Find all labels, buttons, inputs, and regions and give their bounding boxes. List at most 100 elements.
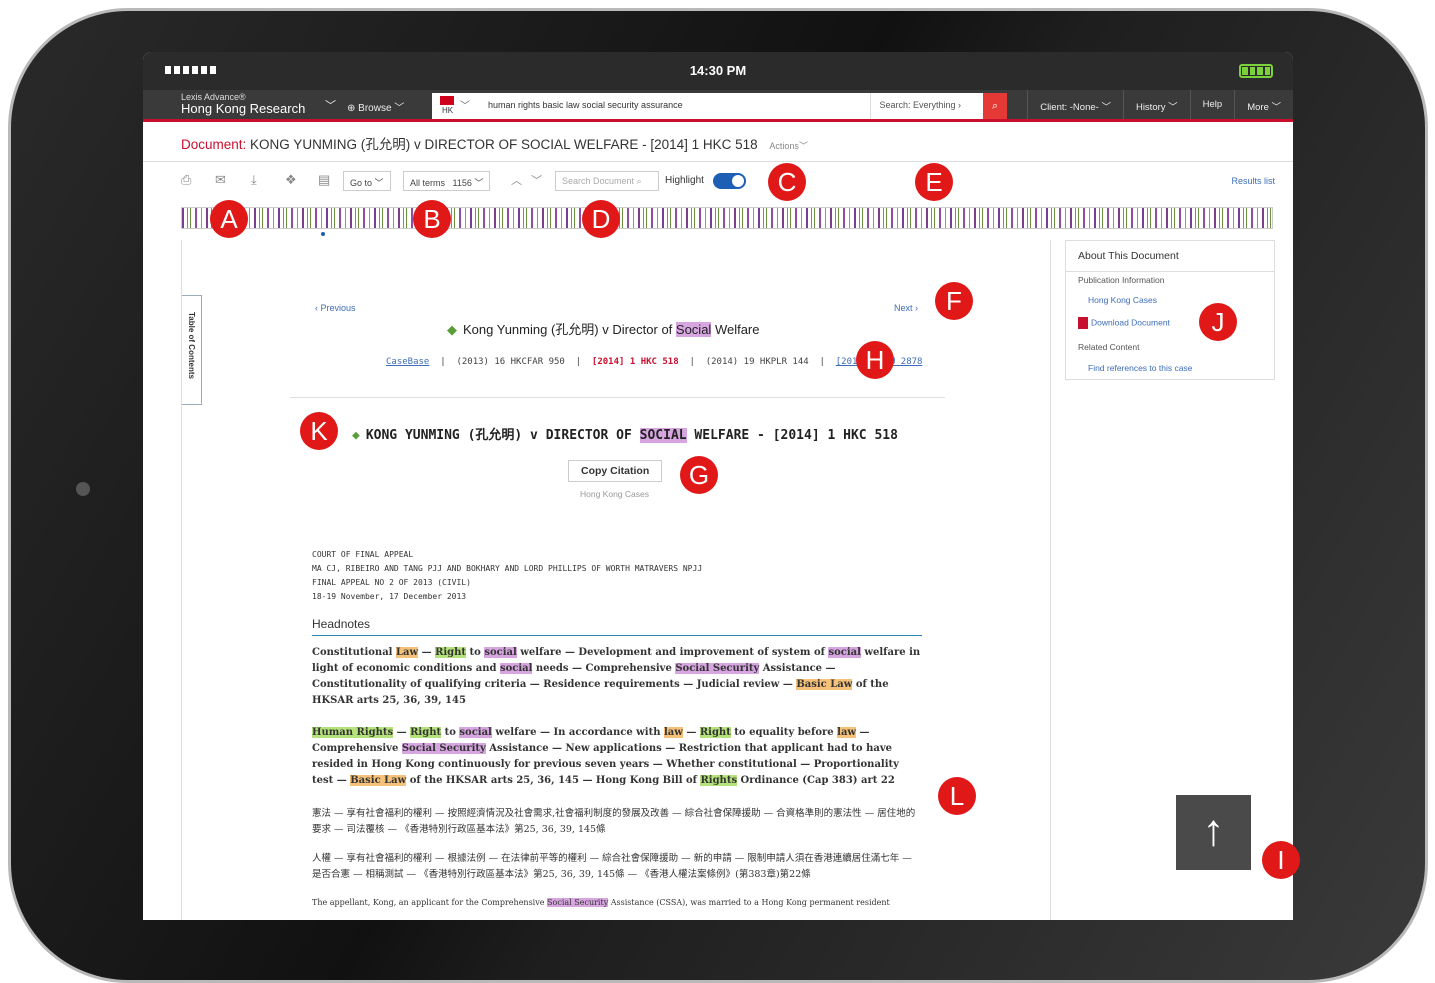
search-bar[interactable]: HK ﹀ human rights basic law social secur… bbox=[432, 93, 1007, 119]
document-label: Document: bbox=[181, 137, 247, 152]
document-header: Document: KONG YUNMING (孔允明) v DIRECTOR … bbox=[143, 122, 1293, 162]
divider bbox=[290, 397, 945, 398]
history-label: History bbox=[1135, 102, 1166, 113]
citation-hkcfar: (2013) 16 HKCFAR 950 bbox=[456, 357, 565, 367]
callout-g: G bbox=[680, 456, 718, 494]
help-link[interactable]: Help bbox=[1189, 90, 1235, 119]
callout-b: B bbox=[413, 200, 451, 238]
body-pre: The appellant, Kong, an applicant for th… bbox=[312, 898, 548, 907]
case-title-highlight: Social bbox=[675, 322, 712, 337]
prev-term-icon[interactable]: ︿ bbox=[511, 172, 522, 188]
hong-kong-cases-link[interactable]: Hong Kong Cases bbox=[1088, 295, 1157, 305]
body-post: Assistance (CSSA), was married to a Hong… bbox=[608, 898, 890, 907]
browse-label: Browse bbox=[358, 103, 392, 114]
search-scope-label: Search: Everything bbox=[879, 100, 956, 110]
casebase-link[interactable]: CaseBase bbox=[386, 357, 429, 367]
tablet-camera bbox=[76, 482, 90, 496]
copy-citation-button[interactable]: Copy Citation bbox=[568, 460, 663, 482]
callout-k: K bbox=[300, 412, 338, 450]
email-icon[interactable]: ✉ bbox=[215, 172, 226, 188]
main-title-highlight: SOCIAL bbox=[639, 428, 687, 443]
client-label: Client: -None- bbox=[1040, 102, 1099, 113]
term-hit-map[interactable] bbox=[181, 207, 1273, 229]
citation-hkc-current: [2014] 1 HKC 518 bbox=[591, 357, 679, 367]
headnote-paragraph-chinese-1: 憲法 — 享有社會福利的權利 — 按照經濟情況及社會需求,社會福利制度的發展及改… bbox=[312, 808, 916, 835]
headnote-paragraph-2: Human Rights — Right to social welfare —… bbox=[312, 727, 899, 786]
pdf-icon bbox=[1078, 317, 1088, 329]
court-info: COURT OF FINAL APPEAL MA CJ, RIBEIRO AND… bbox=[312, 548, 702, 604]
clock: 14:30 PM bbox=[689, 63, 747, 78]
arrow-up-icon: ↑ bbox=[1202, 806, 1225, 855]
previous-label: Previous bbox=[320, 303, 356, 313]
next-link[interactable]: Next › bbox=[894, 303, 918, 313]
download-document-label: Download Document bbox=[1091, 317, 1170, 328]
search-document-input[interactable]: Search Document ⌕ bbox=[555, 171, 659, 191]
notes-icon[interactable]: ▤ bbox=[318, 172, 330, 188]
callout-f: F bbox=[935, 282, 973, 320]
headnotes-heading: Headnotes bbox=[312, 617, 922, 636]
callout-l: L bbox=[938, 777, 976, 815]
hit-map-position-marker bbox=[321, 232, 325, 236]
document-toolbar: ⎙ ✉ ⤓ ❖ ▤ Go to ﹀ All terms 1156 ﹀ ︿ ﹀ S… bbox=[143, 162, 1293, 200]
back-to-top-button[interactable]: ↑ bbox=[1176, 795, 1251, 870]
about-document-title: About This Document bbox=[1066, 241, 1274, 272]
allterms-label: All terms bbox=[410, 178, 446, 188]
goto-label: Go to bbox=[350, 178, 373, 188]
hk-flag-icon[interactable] bbox=[440, 96, 454, 105]
table-of-contents-tab[interactable]: Table of Contents bbox=[182, 295, 202, 405]
document-content: Table of Contents ‹ Previous Next › ◆ Kon… bbox=[181, 240, 1051, 920]
search-input[interactable]: human rights basic law social security a… bbox=[488, 100, 683, 110]
browse-menu[interactable]: ⊕ Browse ﹀ bbox=[347, 99, 404, 114]
document-main-title: ◆ KONG YUNMING (孔允明) v DIRECTOR OF SOCIAL… bbox=[352, 424, 898, 443]
highlight-toggle[interactable] bbox=[713, 173, 746, 189]
callout-a: A bbox=[210, 200, 248, 238]
about-document-panel: About This Document Publication Informat… bbox=[1065, 240, 1275, 380]
highlight-label: Highlight bbox=[665, 175, 704, 186]
callout-d: D bbox=[582, 200, 620, 238]
history-menu[interactable]: History ﹀ bbox=[1122, 90, 1190, 119]
dropbox-icon[interactable]: ❖ bbox=[285, 172, 297, 188]
chevron-down-icon[interactable]: ﹀ bbox=[460, 97, 470, 112]
goto-dropdown[interactable]: Go to ﹀ bbox=[343, 171, 391, 191]
actions-menu[interactable]: Actions﹀ bbox=[769, 141, 808, 151]
document-title: KONG YUNMING (孔允明) v DIRECTOR OF SOCIAL … bbox=[250, 137, 758, 152]
court-appeal-no: FINAL APPEAL NO 2 OF 2013 (CIVIL) bbox=[312, 578, 471, 587]
actions-label: Actions bbox=[769, 141, 799, 151]
main-title-post: WELFARE - [2014] 1 HKC 518 bbox=[686, 428, 898, 443]
case-title-post: Welfare bbox=[711, 322, 760, 337]
callout-j: J bbox=[1199, 303, 1237, 341]
term-navigator[interactable]: All terms 1156 ﹀ bbox=[403, 171, 491, 191]
term-count: 1156 bbox=[452, 178, 472, 188]
court-dates: 18-19 November, 17 December 2013 bbox=[312, 592, 467, 601]
download-icon[interactable]: ⤓ bbox=[251, 172, 257, 188]
more-label: More bbox=[1247, 102, 1269, 113]
diamond-icon: ◆ bbox=[352, 428, 360, 443]
diamond-icon: ◆ bbox=[447, 322, 457, 337]
toc-label: Table of Contents bbox=[187, 312, 196, 379]
results-list-link[interactable]: Results list bbox=[1231, 176, 1275, 186]
download-document-link[interactable]: Download Document bbox=[1078, 317, 1170, 329]
headnote-paragraph-1: Constitutional Law — Right to social wel… bbox=[312, 647, 921, 706]
court-judges: MA CJ, RIBEIRO AND TANG PJJ AND BOKHARY … bbox=[312, 564, 703, 573]
next-term-icon[interactable]: ﹀ bbox=[531, 172, 542, 188]
screen: 14:30 PM Lexis Advance® Hong Kong Resear… bbox=[143, 52, 1293, 920]
jurisdiction-label: HK bbox=[442, 106, 454, 115]
case-title-pre: Kong Yunming (孔允明) v Director of bbox=[463, 322, 676, 337]
brand-logo[interactable]: Lexis Advance® Hong Kong Research bbox=[181, 92, 305, 115]
chevron-down-icon[interactable]: ﹀ bbox=[325, 97, 336, 113]
callout-c: C bbox=[768, 163, 806, 201]
callout-e: E bbox=[915, 163, 953, 201]
previous-link[interactable]: ‹ Previous bbox=[315, 303, 356, 313]
publication-info-label: Publication Information bbox=[1078, 275, 1165, 285]
globe-icon: ⊕ bbox=[347, 103, 356, 114]
print-icon[interactable]: ⎙ bbox=[181, 172, 191, 188]
search-scope-dropdown[interactable]: Search: Everything › bbox=[870, 93, 969, 119]
search-document-placeholder: Search Document bbox=[562, 176, 635, 186]
headnote-paragraph-chinese-2: 人權 — 享有社會福利的權利 — 根據法例 — 在法律前平等的權利 — 綜合社會… bbox=[312, 853, 912, 880]
find-references-link[interactable]: Find references to this case bbox=[1088, 363, 1192, 373]
battery-icon bbox=[1239, 64, 1273, 78]
client-menu[interactable]: Client: -None- ﹀ bbox=[1027, 90, 1123, 119]
more-menu[interactable]: More ﹀ bbox=[1234, 90, 1293, 119]
search-button[interactable]: ⌕ bbox=[983, 93, 1007, 119]
callout-h: H bbox=[856, 341, 894, 379]
